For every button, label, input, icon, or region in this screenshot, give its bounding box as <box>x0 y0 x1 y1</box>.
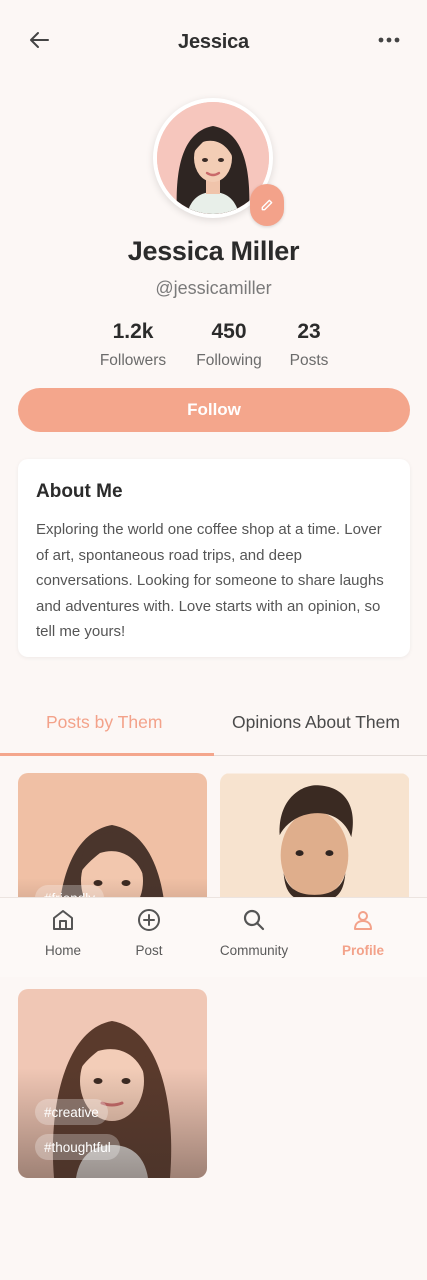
nav-profile[interactable]: Profile <box>318 908 408 958</box>
nav-home[interactable]: Home <box>18 908 108 958</box>
followers-count: 1.2k <box>112 320 154 343</box>
more-options-button[interactable] <box>371 28 407 52</box>
more-horizontal-icon <box>378 37 400 43</box>
nav-post[interactable]: Post <box>104 908 194 958</box>
tag-badge[interactable]: #creative <box>35 1099 108 1125</box>
page-title: Jessica <box>178 31 249 53</box>
tab-opinions-about-them[interactable]: Opinions About Them <box>232 712 400 733</box>
nav-community-label: Community <box>219 943 289 958</box>
user-icon <box>354 911 372 930</box>
tab-posts-by-them[interactable]: Posts by Them <box>46 712 162 733</box>
edit-avatar-button[interactable] <box>250 184 284 226</box>
post-card[interactable]: #creative #thoughtful <box>18 989 207 1178</box>
profile-stats: 1.2k Followers 450 Following 23 Posts <box>0 320 427 372</box>
plus-circle-icon <box>138 909 160 931</box>
tag-badge[interactable]: #thoughtful <box>35 1134 120 1160</box>
posts-label: Posts <box>289 352 329 369</box>
posts-stat[interactable]: 23 Posts <box>286 320 332 370</box>
home-icon <box>53 910 73 930</box>
profile-page: Jessica Jessica Miller @jessicamiller 1.… <box>0 0 427 1280</box>
profile-handle: @jessicamiller <box>155 278 272 298</box>
pencil-icon <box>261 199 273 211</box>
about-me-text: Exploring the world one coffee shop at a… <box>36 521 384 640</box>
nav-profile-label: Profile <box>341 943 384 958</box>
follow-button[interactable]: Follow <box>18 388 410 432</box>
search-icon <box>243 909 265 931</box>
posts-grid: #friendly <box>0 773 427 1193</box>
following-label: Following <box>196 352 262 369</box>
bottom-navigation: Home Post Community Profile <box>0 897 427 977</box>
nav-community[interactable]: Community <box>209 908 299 958</box>
following-stat[interactable]: 450 Following <box>192 320 266 370</box>
followers-label: Followers <box>99 352 167 369</box>
profile-avatar-container <box>153 98 284 226</box>
about-me-title: About Me <box>36 481 123 502</box>
profile-name: Jessica Miller <box>127 236 300 266</box>
nav-post-label: Post <box>135 943 163 958</box>
posts-count: 23 <box>297 320 321 343</box>
followers-stat[interactable]: 1.2k Followers <box>96 320 170 370</box>
nav-home-label: Home <box>44 943 81 958</box>
following-count: 450 <box>211 320 247 343</box>
active-tab-indicator <box>0 753 214 756</box>
profile-tabs: Posts by Them Opinions About Them <box>0 700 427 756</box>
about-me-card: About Me Exploring the world one coffee … <box>18 459 410 657</box>
top-bar: Jessica <box>0 0 427 86</box>
